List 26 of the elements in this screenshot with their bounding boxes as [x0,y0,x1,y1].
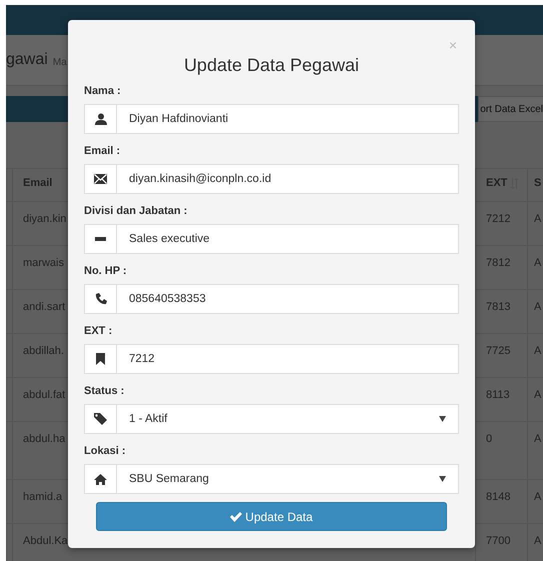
field-label: Lokasi : [84,444,127,458]
envelope-icon [94,174,107,184]
field-label: Email : [84,144,122,158]
bookmark-icon [96,353,105,365]
update-button[interactable]: Update Data [96,502,447,531]
user-icon [94,113,106,125]
input-field[interactable]: 085640538353 [117,284,459,314]
field-label: Nama : [84,84,122,98]
field-label: Divisi dan Jabatan : [84,204,188,218]
page-title: gawai [6,51,48,69]
input-field[interactable]: Sales executive [117,224,459,254]
input-field[interactable]: 7212 [117,344,459,374]
home-icon [94,474,107,484]
dropdown[interactable]: SBU Semarang [117,464,459,494]
check-icon [230,512,242,522]
input-field[interactable]: diyan.kinasih@iconpln.co.id [117,164,459,194]
minus-icon [95,237,106,241]
caret-icon [439,476,446,482]
phone-icon [94,293,106,305]
modal-title: Update Data Pegawai [184,55,360,76]
field-label: No. HP : [84,264,128,278]
dropdown[interactable]: 1 - Aktif [117,404,459,434]
caret-icon [439,416,446,422]
tag-icon [94,413,107,425]
input-field[interactable]: Diyan Hafdinovianti [117,104,459,134]
field-label: Status : [84,384,126,398]
